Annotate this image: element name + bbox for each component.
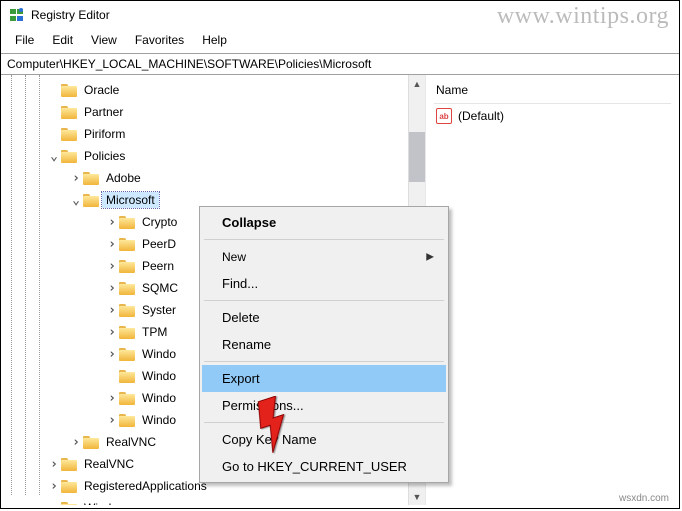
tree-node-label: Windo (138, 390, 180, 406)
folder-icon (61, 106, 77, 119)
ctx-export[interactable]: Export (202, 365, 446, 392)
scroll-down-icon[interactable]: ▼ (409, 488, 425, 505)
folder-icon (61, 128, 77, 141)
separator (204, 361, 444, 362)
string-value-icon: ab (436, 108, 452, 124)
ctx-goto[interactable]: Go to HKEY_CURRENT_USER (202, 453, 446, 480)
tree-node-label: Policies (80, 148, 129, 164)
tree-node-label: Microsoft (102, 192, 159, 208)
tree-node-label: Windo (138, 412, 180, 428)
tree-node-label: Windo (138, 368, 180, 384)
tree-node[interactable]: Piriform (5, 123, 408, 145)
expand-icon[interactable]: › (105, 281, 119, 296)
value-row-default[interactable]: ab (Default) (434, 104, 671, 128)
tree-node-label: TPM (138, 324, 171, 340)
expand-icon[interactable]: › (47, 501, 61, 506)
expand-icon[interactable]: › (105, 237, 119, 252)
tree-node-label: PeerD (138, 236, 180, 252)
menu-file[interactable]: File (7, 31, 42, 49)
ctx-find[interactable]: Find... (202, 270, 446, 297)
tree-node-label: Piriform (80, 126, 129, 142)
menu-bar: File Edit View Favorites Help (1, 29, 679, 53)
folder-icon (119, 304, 135, 317)
tree-node-label: Partner (80, 104, 127, 120)
tree-node-label: RealVNC (102, 434, 160, 450)
separator (204, 422, 444, 423)
ctx-new[interactable]: New▶ (202, 243, 446, 270)
folder-icon (83, 436, 99, 449)
value-name: (Default) (458, 109, 504, 123)
scroll-up-icon[interactable]: ▲ (409, 75, 425, 92)
watermark-small: wsxdn.com (619, 493, 669, 504)
expand-icon[interactable]: › (47, 457, 61, 472)
tree-node[interactable]: Oracle (5, 79, 408, 101)
expand-icon[interactable]: › (47, 479, 61, 494)
expand-icon[interactable]: › (69, 171, 83, 186)
expand-icon[interactable]: › (105, 413, 119, 428)
ctx-delete[interactable]: Delete (202, 304, 446, 331)
folder-icon (83, 194, 99, 207)
menu-view[interactable]: View (83, 31, 125, 49)
folder-icon (119, 414, 135, 427)
ctx-rename[interactable]: Rename (202, 331, 446, 358)
folder-icon (119, 216, 135, 229)
tree-node-label: Peern (138, 258, 178, 274)
tree-node-label: RegisteredApplications (80, 478, 211, 494)
separator (204, 239, 444, 240)
folder-icon (119, 370, 135, 383)
folder-icon (83, 172, 99, 185)
window-title: Registry Editor (31, 8, 110, 22)
title-bar: Registry Editor (1, 1, 679, 29)
tree-node[interactable]: › Adobe (5, 167, 408, 189)
expand-icon[interactable]: › (105, 347, 119, 362)
menu-favorites[interactable]: Favorites (127, 31, 192, 49)
folder-icon (119, 392, 135, 405)
tree-node-label: Adobe (102, 170, 145, 186)
address-bar[interactable]: Computer\HKEY_LOCAL_MACHINE\SOFTWARE\Pol… (1, 53, 679, 75)
tree-node[interactable]: ⌄ Policies (5, 145, 408, 167)
expand-icon[interactable]: › (105, 215, 119, 230)
tree-node-label: SQMC (138, 280, 182, 296)
regedit-icon (9, 7, 25, 23)
ctx-permissions[interactable]: Permissions... (202, 392, 446, 419)
folder-icon (61, 458, 77, 471)
ctx-copy-key[interactable]: Copy Key Name (202, 426, 446, 453)
folder-icon (61, 480, 77, 493)
details-pane: Name ab (Default) (426, 75, 679, 505)
expand-icon[interactable]: › (69, 435, 83, 450)
menu-help[interactable]: Help (194, 31, 235, 49)
folder-icon (61, 84, 77, 97)
folder-icon (61, 502, 77, 506)
expand-icon[interactable]: › (105, 391, 119, 406)
menu-edit[interactable]: Edit (44, 31, 81, 49)
scroll-thumb[interactable] (409, 132, 425, 182)
expand-icon[interactable]: › (105, 303, 119, 318)
path-text: Computer\HKEY_LOCAL_MACHINE\SOFTWARE\Pol… (7, 57, 371, 71)
tree-node-label: Oracle (80, 82, 123, 98)
tree-node-label: Crypto (138, 214, 181, 230)
tree-node-label: Windows (80, 500, 137, 505)
tree-node-label: RealVNC (80, 456, 138, 472)
collapse-icon[interactable]: ⌄ (47, 149, 61, 164)
folder-icon (119, 348, 135, 361)
separator (204, 300, 444, 301)
tree-node[interactable]: Partner (5, 101, 408, 123)
folder-icon (61, 150, 77, 163)
folder-icon (119, 260, 135, 273)
column-header-name[interactable]: Name (434, 79, 671, 104)
context-menu: Collapse New▶ Find... Delete Rename Expo… (199, 206, 449, 483)
submenu-arrow-icon: ▶ (426, 251, 434, 262)
ctx-collapse[interactable]: Collapse (202, 209, 446, 236)
collapse-icon[interactable]: ⌄ (69, 193, 83, 208)
expand-icon[interactable]: › (105, 325, 119, 340)
folder-icon (119, 326, 135, 339)
folder-icon (119, 238, 135, 251)
tree-node[interactable]: › Windows (5, 497, 408, 505)
tree-node-label: Syster (138, 302, 180, 318)
expand-icon[interactable]: › (105, 259, 119, 274)
tree-node-label: Windo (138, 346, 180, 362)
folder-icon (119, 282, 135, 295)
